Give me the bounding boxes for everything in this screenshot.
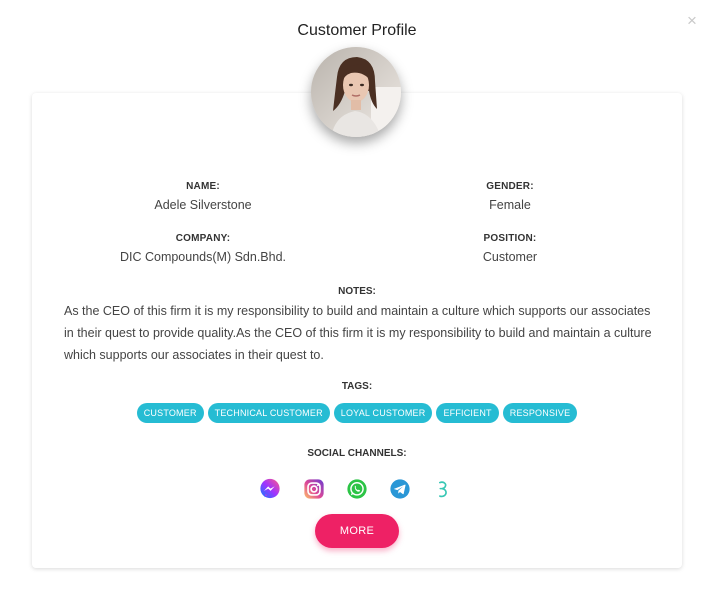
modal-title: Customer Profile [297,22,417,39]
position-label: POSITION: [483,233,537,244]
messenger-icon[interactable] [259,478,281,500]
telegram-icon[interactable] [389,478,411,500]
name-field: NAME: Adele Silverstone [53,181,353,212]
tags-label: TAGS: [341,381,373,392]
tag-efficient[interactable]: EFFICIENT [436,403,499,423]
tag-loyal-customer[interactable]: LOYAL CUSTOMER [333,403,433,423]
customer-profile-modal: Customer Profile × NAME: Adele Silversto… [0,0,714,593]
gender-value: Female [489,198,531,212]
wechat-icon[interactable] [432,478,454,500]
social-channels [259,478,459,500]
name-value: Adele Silverstone [154,198,252,212]
tag-technical-customer[interactable]: TECHNICAL CUSTOMER [207,403,330,423]
company-label: COMPANY: [175,233,231,244]
whatsapp-icon[interactable] [346,478,368,500]
position-value: Customer [482,250,538,264]
company-field: COMPANY: DIC Compounds(M) Sdn.Bhd. [53,233,353,264]
company-value: DIC Compounds(M) Sdn.Bhd. [119,250,287,264]
notes-text: As the CEO of this firm it is my respons… [64,304,652,362]
name-label: NAME: [186,181,220,192]
instagram-icon[interactable] [303,478,325,500]
tag-list: CUSTOMER TECHNICAL CUSTOMER LOYAL CUSTOM… [0,403,714,423]
gender-label: GENDER: [486,181,534,192]
position-field: POSITION: Customer [360,233,660,264]
close-icon[interactable]: × [684,12,700,29]
social-channels-label: SOCIAL CHANNELS: [307,448,407,459]
tag-customer[interactable]: CUSTOMER [136,403,204,423]
tag-responsive[interactable]: RESPONSIVE [502,403,578,423]
more-button[interactable]: MORE [315,514,399,548]
gender-field: GENDER: Female [360,181,660,212]
notes-label: NOTES: [338,286,376,297]
avatar [311,47,401,137]
